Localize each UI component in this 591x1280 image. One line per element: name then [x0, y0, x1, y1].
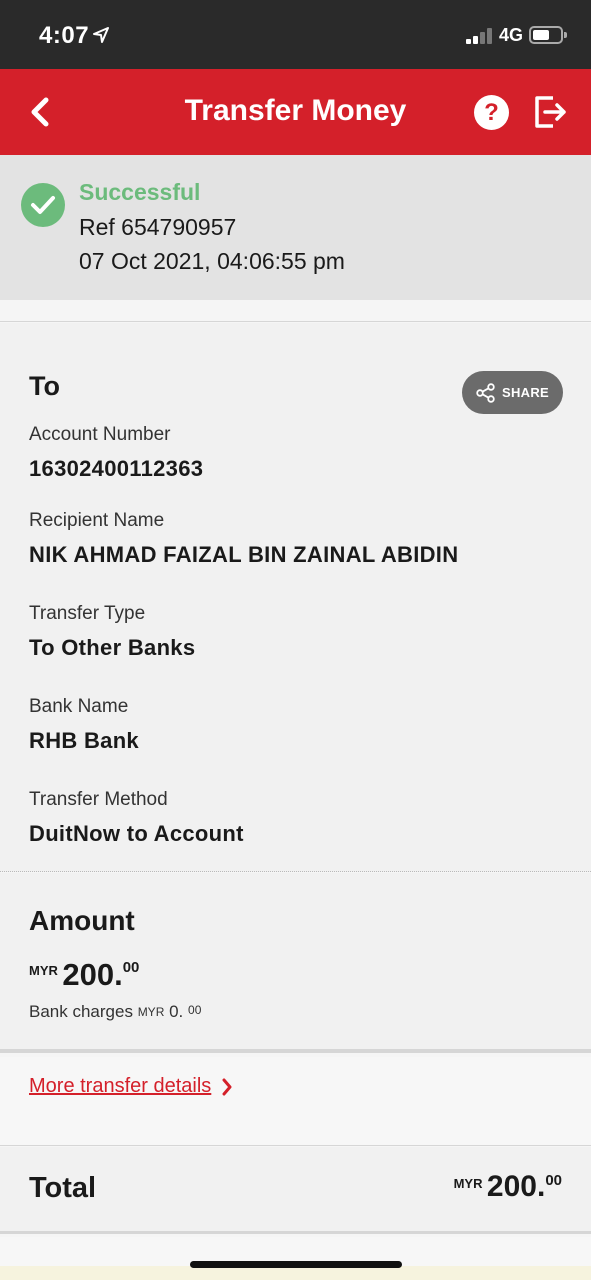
bank-charges: Bank charges MYR 0. 00 [29, 1002, 201, 1022]
total-whole: 200. [486, 1170, 546, 1203]
total-cents: 00 [545, 1172, 562, 1189]
checkmark-icon [21, 183, 65, 227]
home-indicator[interactable] [190, 1261, 402, 1268]
transaction-datetime: 07 Oct 2021, 04:06:55 pm [79, 248, 345, 274]
transfer-method-value: DuitNow to Account [29, 821, 244, 846]
bank-charges-label: Bank charges [29, 1002, 133, 1021]
reference-number: Ref 654790957 [79, 214, 237, 240]
bank-name-value: RHB Bank [29, 728, 139, 753]
bank-charges-cents: 00 [188, 1003, 202, 1017]
status-time: 4:07 [39, 22, 90, 49]
chevron-right-icon [222, 1078, 232, 1095]
amount-cents: 00 [122, 959, 140, 976]
amount-currency: MYR [29, 963, 58, 978]
app-header: Transfer Money ? [0, 69, 591, 155]
transfer-method-label: Transfer Method [29, 789, 168, 810]
signal-strength-icon [466, 28, 492, 44]
bank-name-label: Bank Name [29, 696, 129, 717]
more-transfer-details-label: More transfer details [29, 1075, 212, 1097]
help-button[interactable]: ? [474, 95, 509, 130]
more-details-section [0, 1057, 591, 1146]
transfer-type-label: Transfer Type [29, 603, 146, 624]
section-divider [0, 300, 591, 322]
amount-whole: 200. [62, 957, 123, 992]
bottom-strip [0, 1237, 591, 1280]
amount-title: Amount [29, 905, 135, 936]
share-button[interactable]: SHARE [462, 371, 563, 414]
recipient-name-value: NIK AHMAD FAIZAL BIN ZAINAL ABIDIN [29, 542, 459, 567]
recipient-name-label: Recipient Name [29, 510, 165, 531]
bank-charges-currency: MYR [137, 1005, 165, 1019]
network-type: 4G [499, 25, 524, 45]
battery-icon [529, 26, 567, 44]
status-title: Successful [79, 179, 201, 205]
bank-charges-whole: 0. [169, 1002, 184, 1021]
status-bar: 4:07 4G [0, 0, 591, 69]
total-label: Total [29, 1172, 97, 1204]
to-section-title: To [29, 371, 60, 401]
total-currency: MYR [453, 1176, 483, 1191]
share-icon [476, 382, 495, 403]
logout-icon[interactable] [533, 94, 567, 130]
share-label: SHARE [501, 385, 549, 400]
transfer-type-value: To Other Banks [29, 635, 196, 660]
amount-value: MYR 200.00 [29, 957, 139, 993]
location-arrow-icon [93, 27, 109, 43]
account-number-value: 16302400112363 [29, 456, 204, 481]
total-amount: MYR 200.00 [454, 1170, 562, 1204]
account-number-label: Account Number [29, 424, 171, 445]
more-transfer-details-link[interactable]: More transfer details [29, 1075, 233, 1098]
